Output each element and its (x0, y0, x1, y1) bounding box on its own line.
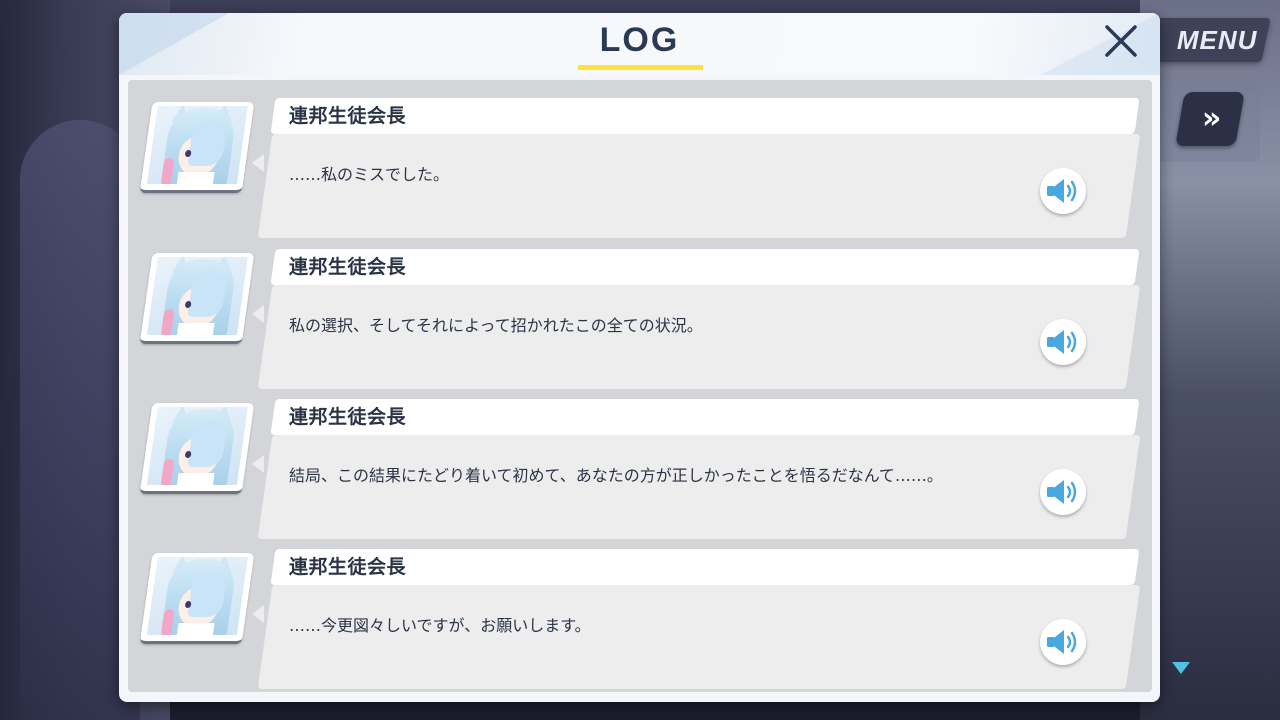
message-bubble-tail (252, 154, 264, 172)
message-bubble (257, 285, 1141, 389)
scroll-down-arrow-icon[interactable] (1172, 662, 1190, 674)
fast-forward-icon: » (1202, 101, 1218, 136)
portrait-image (146, 557, 248, 635)
fast-forward-button[interactable]: » (1175, 92, 1245, 146)
menu-label: MENU (1176, 24, 1258, 55)
message-text: ……今更図々しいですが、お願いします。 (289, 616, 591, 635)
log-dialog: LOG 連邦生徒会長 ……私のミスでした。 連邦生徒会長 私の選択、そしてそれに… (119, 13, 1160, 702)
title-underline (578, 65, 703, 70)
message-bubble-tail (252, 605, 264, 623)
voice-replay-button[interactable] (1040, 319, 1086, 365)
log-entry: 連邦生徒会長 ……私のミスでした。 (128, 98, 1152, 248)
voice-replay-button[interactable] (1040, 619, 1086, 665)
speaker-portrait (139, 553, 255, 644)
speaker-name: 連邦生徒会長 (289, 556, 407, 578)
log-entry: 連邦生徒会長 ……今更図々しいですが、お願いします。 (128, 549, 1152, 699)
speaker-name: 連邦生徒会長 (289, 105, 407, 127)
message-bubble-tail (252, 305, 264, 323)
message-bubble-tail (252, 455, 264, 473)
game-screen: MENU » LOG 連邦生徒会長 ……私のミスでした。 連邦生徒会長 私の選択… (0, 0, 1280, 720)
voice-replay-button[interactable] (1040, 168, 1086, 214)
speaker-icon (1047, 630, 1077, 654)
speaker-name: 連邦生徒会長 (289, 406, 407, 428)
message-text: 結局、この結果にたどり着いて初めて、あなたの方が正しかったことを悟るだなんて……… (289, 466, 943, 485)
menu-button[interactable]: MENU (1145, 18, 1271, 62)
speaker-portrait (139, 253, 255, 344)
close-button[interactable] (1101, 21, 1141, 61)
speaker-portrait (139, 403, 255, 494)
message-bubble (257, 585, 1141, 689)
message-text: 私の選択、そしてそれによって招かれたこの全ての状況。 (289, 316, 703, 335)
close-icon (1105, 25, 1137, 57)
portrait-image (146, 106, 248, 184)
log-entry: 連邦生徒会長 私の選択、そしてそれによって招かれたこの全ての状況。 (128, 249, 1152, 399)
message-bubble (257, 134, 1141, 238)
message-text: ……私のミスでした。 (289, 165, 450, 184)
portrait-image (146, 257, 248, 335)
portrait-image (146, 407, 248, 485)
dialog-title: LOG (599, 21, 680, 59)
speaker-icon (1047, 330, 1077, 354)
log-entry: 連邦生徒会長 結局、この結果にたどり着いて初めて、あなたの方が正しかったことを悟… (128, 399, 1152, 549)
speaker-name: 連邦生徒会長 (289, 256, 407, 278)
message-bubble (257, 435, 1141, 539)
voice-replay-button[interactable] (1040, 469, 1086, 515)
speaker-icon (1047, 480, 1077, 504)
log-list: 連邦生徒会長 ……私のミスでした。 連邦生徒会長 私の選択、そしてそれによって招… (128, 80, 1152, 692)
speaker-portrait (139, 102, 255, 193)
speaker-icon (1047, 179, 1077, 203)
